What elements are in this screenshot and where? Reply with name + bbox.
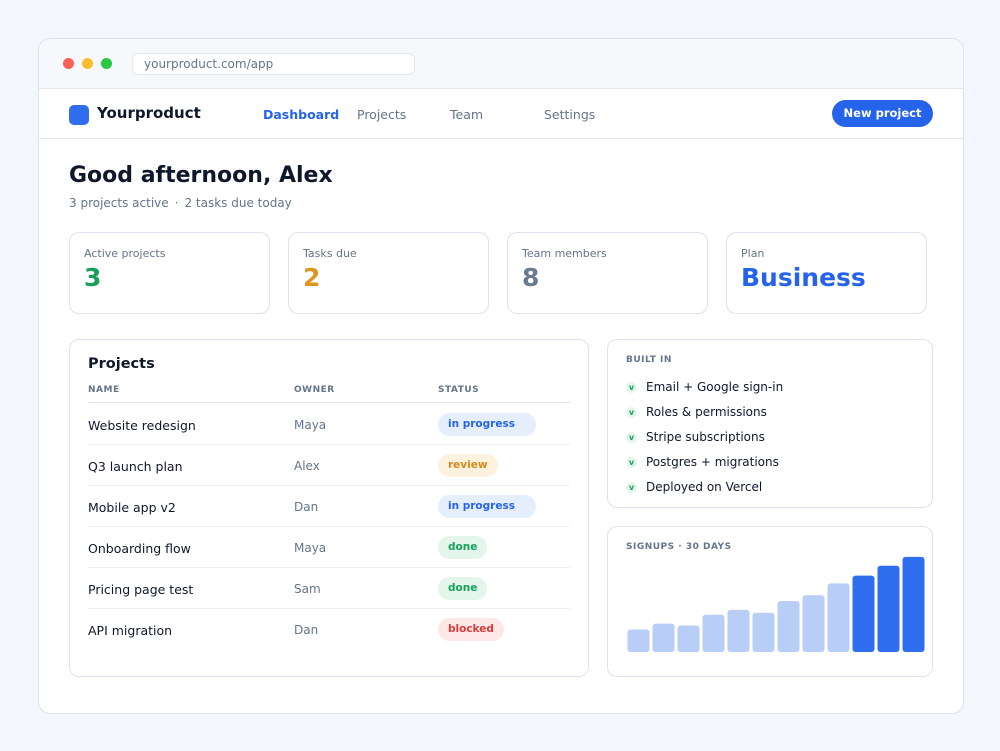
column-header-status: STATUS [438, 385, 480, 395]
signups-bar [902, 556, 925, 652]
stat-card-active-projects: Active projects 3 [69, 232, 270, 314]
table-row[interactable]: Q3 launch plan Alex review [88, 445, 570, 486]
nav-item-settings[interactable]: Settings [544, 107, 595, 122]
project-name[interactable]: API migration [88, 623, 172, 638]
stat-label: Tasks due [303, 247, 357, 260]
project-owner: Dan [294, 500, 319, 514]
projects-table-card: Projects NAME OWNER STATUS Website redes… [69, 339, 589, 677]
project-name[interactable]: Q3 launch plan [88, 459, 183, 474]
status-badge: done [438, 577, 488, 600]
status-badge: review [438, 454, 498, 477]
nav-item-team[interactable]: Team [450, 107, 483, 122]
active-projects-summary: 3 projects active [69, 196, 169, 210]
stat-value: 3 [84, 263, 102, 292]
maximize-window-button[interactable] [101, 58, 112, 69]
nav-item-dashboard[interactable]: Dashboard [263, 107, 339, 122]
check-icon: v [626, 432, 637, 443]
feature-text: Email + Google sign-in [646, 380, 784, 394]
check-icon: v [626, 382, 637, 393]
stat-label: Team members [522, 247, 607, 260]
stat-label: Active projects [84, 247, 166, 260]
status-badge: blocked [438, 618, 504, 641]
feature-text: Deployed on Vercel [646, 480, 763, 494]
signups-bar [752, 612, 775, 652]
table-row[interactable]: Pricing page test Sam done [88, 568, 570, 609]
signups-bar [802, 595, 825, 652]
page-title: Good afternoon, Alex [69, 163, 333, 188]
signups-bar [777, 601, 800, 652]
signups-bar [702, 614, 725, 652]
project-owner: Dan [294, 623, 319, 637]
check-icon: v [626, 407, 637, 418]
signups-bar [652, 623, 675, 652]
column-header-owner: OWNER [294, 385, 335, 395]
status-badge: in progress [438, 413, 536, 436]
logo-icon [69, 105, 89, 125]
browser-window: yourproduct.com/app Yourproduct Dashboar… [38, 38, 964, 714]
feature-text: Stripe subscriptions [646, 430, 765, 444]
summary-separator: · [174, 196, 179, 210]
table-row[interactable]: Onboarding flow Maya done [88, 527, 570, 568]
check-icon: v [626, 482, 637, 493]
signups-bar [677, 625, 700, 652]
stat-label: Plan [741, 247, 765, 260]
address-bar[interactable]: yourproduct.com/app [132, 53, 415, 75]
table-row[interactable]: Website redesign Maya in progress [88, 404, 570, 445]
tasks-due-summary: 2 tasks due today [184, 196, 292, 210]
project-name[interactable]: Mobile app v2 [88, 500, 176, 515]
project-owner: Maya [294, 418, 327, 432]
project-name[interactable]: Onboarding flow [88, 541, 191, 556]
new-project-button[interactable]: New project [832, 100, 933, 127]
table-header-divider [88, 402, 570, 403]
signups-bar [827, 583, 850, 652]
minimize-window-button[interactable] [82, 58, 93, 69]
check-icon: v [626, 457, 637, 468]
browser-toolbar: yourproduct.com/app [39, 39, 963, 89]
signups-bar-chart [627, 556, 925, 652]
signups-bar [727, 609, 750, 652]
stat-value: 8 [522, 263, 540, 292]
signups-bar [877, 565, 900, 652]
signups-chart-title: SIGNUPS · 30 DAYS [626, 542, 732, 552]
project-name[interactable]: Website redesign [88, 418, 196, 433]
feature-text: Postgres + migrations [646, 455, 779, 469]
stat-value: Business [741, 263, 866, 292]
status-badge: in progress [438, 495, 536, 518]
project-owner: Maya [294, 541, 327, 555]
table-row[interactable]: Mobile app v2 Dan in progress [88, 486, 570, 527]
project-owner: Sam [294, 582, 321, 596]
stat-card-tasks-due: Tasks due 2 [288, 232, 489, 314]
page-subtitle: 3 projects active · 2 tasks due today [69, 196, 292, 210]
stat-value: 2 [303, 263, 321, 292]
built-in-title: BUILT IN [626, 355, 672, 365]
stat-card-plan: Plan Business [726, 232, 927, 314]
built-in-features-card: BUILT IN v Email + Google sign-in v Role… [607, 339, 933, 508]
table-row[interactable]: API migration Dan blocked [88, 609, 570, 650]
project-name[interactable]: Pricing page test [88, 582, 193, 597]
top-navigation: Yourproduct Dashboard Projects Team Sett… [39, 89, 963, 139]
stat-card-team-members: Team members 8 [507, 232, 708, 314]
app-name: Yourproduct [97, 104, 201, 122]
signups-chart-card: SIGNUPS · 30 DAYS [607, 526, 933, 677]
nav-item-projects[interactable]: Projects [357, 107, 406, 122]
signups-bar [852, 575, 875, 652]
column-header-name: NAME [88, 385, 120, 395]
project-owner: Alex [294, 459, 320, 473]
projects-card-title: Projects [88, 356, 155, 372]
status-badge: done [438, 536, 488, 559]
close-window-button[interactable] [63, 58, 74, 69]
signups-bar [627, 629, 650, 652]
feature-text: Roles & permissions [646, 405, 767, 419]
